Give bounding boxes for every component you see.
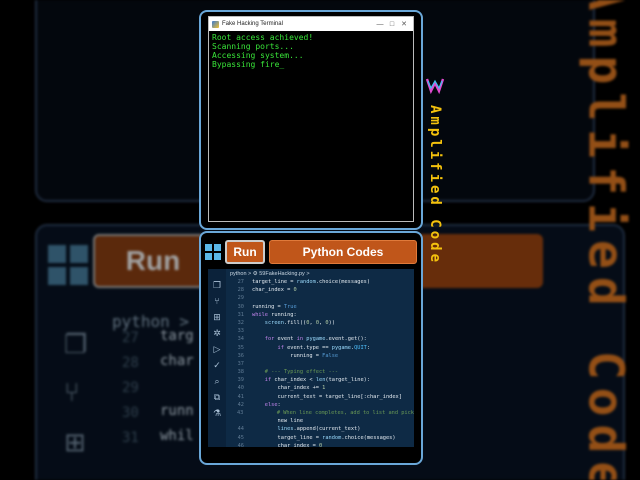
- line-number: 29: [237, 295, 244, 302]
- files-icon[interactable]: ❐: [212, 281, 222, 291]
- terminal-line: Bypassing fire_: [212, 60, 285, 69]
- run-button[interactable]: Run: [225, 240, 265, 264]
- line-number: 30: [237, 303, 244, 310]
- line-number: 38: [237, 369, 244, 376]
- terminal-title: Fake Hacking Terminal: [222, 21, 283, 27]
- code-text: char_index += 1: [252, 385, 326, 392]
- line-number: 32: [237, 319, 244, 326]
- line-number: 34: [237, 336, 244, 343]
- code-text: char_index = 0: [252, 287, 297, 294]
- code-line: 37: [230, 360, 414, 368]
- terminal-line: Accessing system...: [212, 51, 304, 60]
- code-text: screen.fill((0, 0, 0)): [264, 319, 336, 326]
- line-number: 33: [237, 328, 244, 335]
- code-text: # --- Typing effect ---: [264, 369, 339, 376]
- test-icon[interactable]: ⚗: [212, 409, 222, 419]
- code-editor[interactable]: ❐ ⑂ ⊞ ✲ ▷ ✓ ⌕ ⧉ ⚗ python > ⚙ 59FakeHacki…: [208, 269, 414, 447]
- code-text: target_line = random.choice(messages): [252, 279, 371, 285]
- code-text: target_line = random.choice(messages): [252, 434, 396, 441]
- editor-panel: Run Python Codes ❐ ⑂ ⊞ ✲ ▷ ✓ ⌕ ⧉ ⚗ pytho…: [199, 231, 423, 465]
- page-title: Python Codes: [269, 240, 417, 264]
- close-icon[interactable]: ✕: [398, 20, 410, 28]
- terminal-panel: Fake Hacking Terminal — □ ✕ Root access …: [199, 10, 423, 230]
- remote-icon[interactable]: ⧉: [212, 393, 222, 403]
- header: Run Python Codes: [205, 239, 417, 265]
- extensions-icon[interactable]: ⊞: [212, 313, 222, 323]
- code-line: 45 target_line = random.choice(messages): [230, 434, 414, 442]
- line-number: 46: [237, 442, 244, 447]
- code-line: 36 running = False: [230, 352, 414, 360]
- run-debug-icon[interactable]: ▷: [212, 345, 222, 355]
- code-text: running = False: [252, 352, 339, 359]
- code-line: 38 # --- Typing effect ---: [230, 368, 414, 376]
- code-line: 42 else:: [230, 401, 414, 409]
- line-number: 40: [237, 385, 244, 392]
- line-number: 45: [237, 434, 244, 441]
- line-number: 27: [237, 279, 244, 285]
- terminal-output: Root access achieved! Scanning ports... …: [209, 31, 413, 71]
- code-line: 34 for event in pygame.event.get():: [230, 335, 414, 343]
- windows-logo-icon: [205, 244, 221, 260]
- terminal-line: Scanning ports...: [212, 42, 294, 51]
- line-number: 39: [237, 377, 244, 384]
- check-icon[interactable]: ✓: [212, 361, 222, 371]
- code-line: 31 while running:: [230, 311, 414, 319]
- activity-bar: ❐ ⑂ ⊞ ✲ ▷ ✓ ⌕ ⧉ ⚗: [208, 269, 226, 447]
- brand-text: Amplified Code: [427, 105, 443, 266]
- code-line: 32 screen.fill((0, 0, 0)): [230, 319, 414, 327]
- code-text: running = True: [252, 303, 297, 310]
- code-line: 29: [230, 294, 414, 302]
- minimize-icon[interactable]: —: [374, 21, 386, 28]
- code-line: 44 lines.append(current_text): [230, 425, 414, 433]
- terminal-titlebar[interactable]: Fake Hacking Terminal — □ ✕: [209, 17, 413, 31]
- code-line: 28 char_index = 0: [230, 286, 414, 294]
- line-number: [230, 417, 244, 425]
- maximize-icon[interactable]: □: [386, 21, 398, 28]
- code-text: lines.append(current_text): [277, 426, 361, 433]
- code-lines: 27 target_line = random.choice(messages) 2…: [230, 278, 414, 447]
- breadcrumb[interactable]: python > ⚙ 59FakeHacking.py >: [230, 271, 310, 277]
- code-line: 46 char_index = 0: [230, 442, 414, 447]
- source-control-icon[interactable]: ⑂: [212, 297, 222, 307]
- line-number: 37: [237, 360, 244, 367]
- line-number: 43: [236, 410, 244, 416]
- brand: Amplified Code: [425, 70, 445, 360]
- code-text: current_text = target_line[:char_index]: [252, 393, 402, 400]
- code-text: for event in pygame.event.get():: [264, 336, 367, 343]
- line-number: 28: [237, 287, 244, 294]
- code-text: if char_index < len(target_line):: [264, 377, 371, 384]
- line-number: 35: [237, 344, 244, 351]
- app-icon: [212, 20, 219, 28]
- code-line: 33: [230, 327, 414, 335]
- code-text: while running:: [252, 311, 297, 318]
- brand-logo-icon: [425, 78, 445, 95]
- code-text: new line: [252, 418, 304, 425]
- code-line: new line: [230, 417, 414, 425]
- code-line: 27 target_line = random.choice(messages): [230, 278, 414, 286]
- code-line: 40 char_index += 1: [230, 384, 414, 392]
- line-number: 31: [237, 311, 244, 318]
- code-line: 35 if event.type == pygame.QUIT:: [230, 344, 414, 352]
- line-number: 44: [237, 426, 244, 433]
- line-number: 36: [237, 352, 244, 359]
- terminal-window: Fake Hacking Terminal — □ ✕ Root access …: [208, 16, 414, 222]
- code-line: 41 current_text = target_line[:char_inde…: [230, 393, 414, 401]
- code-text: char_index = 0: [252, 442, 323, 447]
- terminal-line: Root access achieved!: [212, 33, 314, 42]
- code-line: 43 # When line completes, add to list an…: [230, 409, 414, 417]
- code-text: if event.type == pygame.QUIT:: [277, 344, 371, 351]
- settings-icon[interactable]: ✲: [212, 329, 222, 339]
- line-number: 42: [237, 401, 244, 408]
- code-text: # When line completes, add to list and p…: [276, 410, 414, 416]
- code-text: else:: [264, 401, 281, 408]
- code-line: 30 running = True: [230, 303, 414, 311]
- line-number: 41: [237, 393, 244, 400]
- code-line: 39 if char_index < len(target_line):: [230, 376, 414, 384]
- search-icon[interactable]: ⌕: [212, 377, 222, 387]
